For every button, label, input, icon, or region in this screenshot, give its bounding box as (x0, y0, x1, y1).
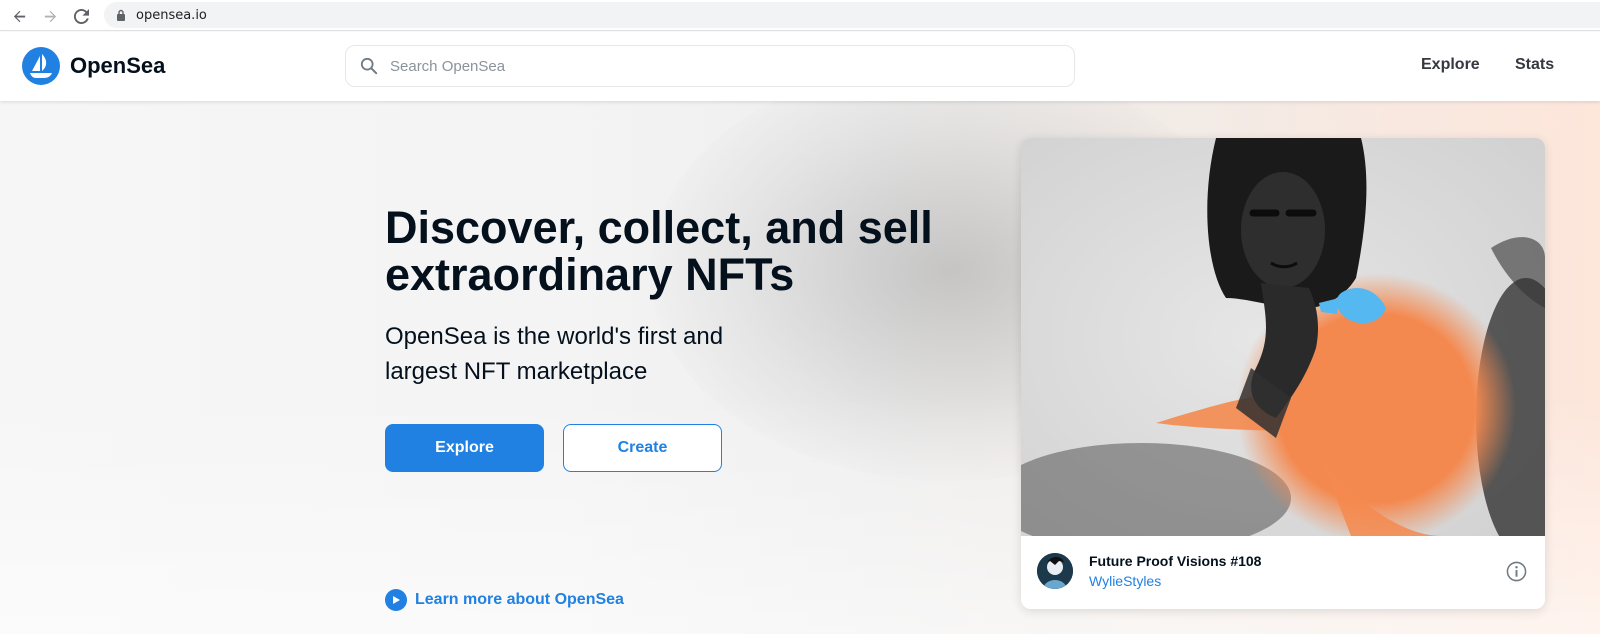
creator-avatar[interactable] (1037, 553, 1073, 589)
create-button[interactable]: Create (563, 424, 722, 472)
address-bar[interactable]: opensea.io (104, 2, 1600, 28)
lock-icon (117, 9, 125, 21)
browser-toolbar: opensea.io (0, 0, 1600, 31)
featured-nft-creator-link[interactable]: WylieStyles (1089, 573, 1161, 589)
learn-more-link[interactable]: Learn more about OpenSea (385, 589, 624, 611)
search-bar[interactable] (345, 45, 1075, 87)
logo-wordmark[interactable]: OpenSea (70, 53, 165, 79)
hero-section: Discover, collect, and sell extraordinar… (0, 101, 1600, 634)
play-icon (385, 589, 407, 611)
reload-icon[interactable] (70, 5, 92, 27)
nav-link-explore[interactable]: Explore (1421, 56, 1480, 74)
featured-nft-artwork[interactable] (1021, 138, 1545, 558)
explore-button[interactable]: Explore (385, 424, 544, 472)
forward-arrow-icon[interactable] (39, 5, 61, 27)
nav-link-stats[interactable]: Stats (1515, 56, 1554, 74)
opensea-logo-icon[interactable] (22, 47, 60, 85)
search-icon (360, 57, 378, 75)
featured-nft-title[interactable]: Future Proof Visions #108 (1089, 553, 1261, 569)
learn-more-label: Learn more about OpenSea (415, 591, 624, 608)
featured-nft-card[interactable]: Future Proof Visions #108 WylieStyles (1021, 138, 1545, 609)
featured-nft-footer: Future Proof Visions #108 WylieStyles (1021, 536, 1545, 609)
hero-headline: Discover, collect, and sell extraordinar… (385, 202, 933, 300)
url-text: opensea.io (136, 7, 207, 23)
search-input[interactable] (390, 57, 1030, 75)
hero-subline: OpenSea is the world's first and largest… (385, 323, 724, 385)
back-arrow-icon[interactable] (8, 5, 30, 27)
info-icon[interactable] (1506, 561, 1527, 582)
